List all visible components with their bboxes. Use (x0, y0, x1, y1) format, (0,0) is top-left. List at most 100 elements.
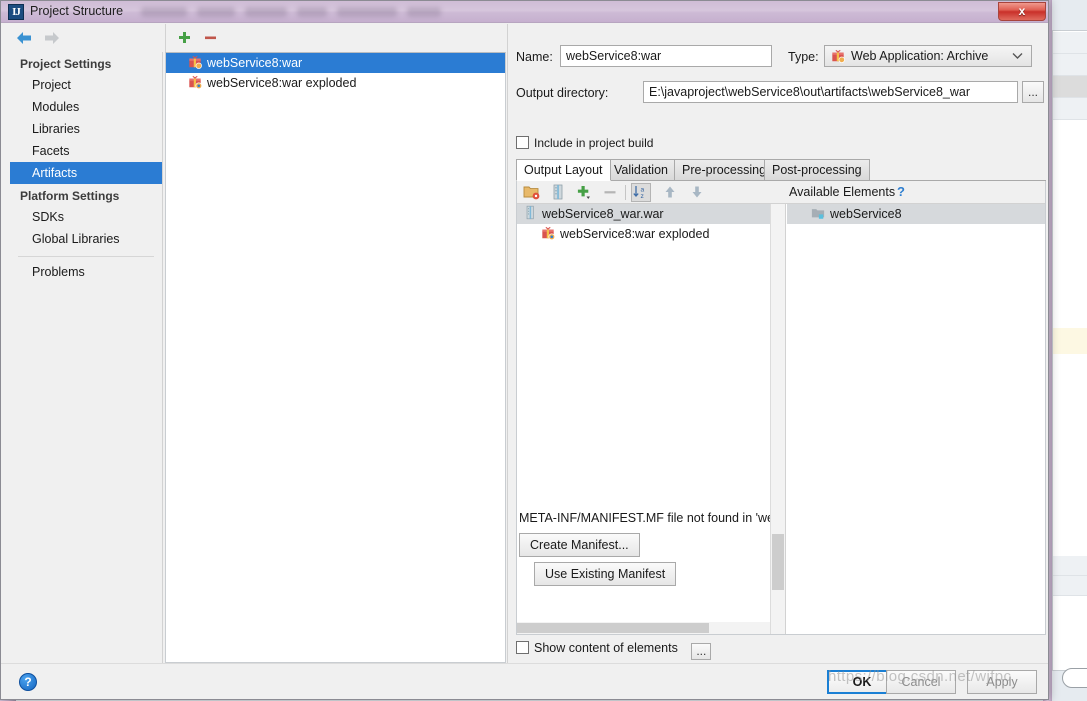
apply-button: Apply (967, 670, 1037, 694)
bg-row (1053, 32, 1087, 54)
app-icon: IJ (8, 4, 24, 20)
module-icon (811, 206, 825, 223)
type-select[interactable]: Web Application: Archive (824, 45, 1032, 67)
output-directory-input[interactable]: E:\javaproject\webService8\out\artifacts… (643, 81, 1018, 103)
include-in-build-label: Include in project build (534, 136, 654, 150)
name-input[interactable]: webService8:war (560, 45, 772, 67)
create-directory-icon[interactable] (523, 184, 541, 201)
sidebar-item-facets[interactable]: Facets (10, 140, 162, 162)
tree-row-label: webService8_war.war (542, 207, 664, 221)
output-tree[interactable]: webService8_war.war webService8:war expl… (517, 204, 786, 634)
sidebar-item-libraries[interactable]: Libraries (10, 118, 162, 140)
browse-output-directory-button[interactable]: ... (1022, 81, 1044, 103)
dialog-title-bar: IJ Project Structure x (1, 1, 1048, 23)
artifacts-list[interactable]: webService8:war webService8:war exploded (165, 52, 506, 663)
add-artifact-button[interactable] (176, 29, 193, 46)
bg-row-selected (1053, 76, 1087, 98)
bg-combo-box (1062, 668, 1087, 688)
output-tree-horizontal-scrollbar[interactable] (517, 622, 770, 634)
dialog-title: Project Structure (30, 4, 124, 18)
show-content-checkbox[interactable] (516, 641, 529, 654)
output-layout-panel: a z Available Elements ? webService8_war… (516, 181, 1046, 635)
output-tree-vertical-scrollbar[interactable] (770, 204, 785, 634)
titlebar-blur-artifact (245, 7, 287, 17)
tree-row-label: webService8 (830, 207, 902, 221)
list-item-label: webService8:war exploded (207, 76, 357, 90)
scrollbar-thumb[interactable] (772, 534, 784, 590)
available-elements-label: Available Elements (789, 185, 896, 199)
tree-row[interactable]: webService8:war exploded (517, 224, 785, 244)
tab-post-processing[interactable]: Post-processing (764, 159, 870, 181)
sidebar-group-project-settings: Project Settings (20, 57, 112, 71)
show-content-row: Show content of elements ... (516, 640, 712, 660)
artifacts-toolbar (165, 24, 506, 52)
available-elements-tree[interactable]: webService8 (787, 204, 1045, 634)
tab-output-layout[interactable]: Output Layout (516, 159, 611, 181)
sort-alphabetically-icon[interactable]: a z (631, 183, 651, 202)
project-structure-dialog: IJ Project Structure x Project Settings … (0, 0, 1049, 700)
remove-artifact-button[interactable] (202, 29, 219, 46)
scrollbar-thumb[interactable] (517, 623, 709, 633)
include-in-build-checkbox[interactable] (516, 136, 529, 149)
add-copy-icon[interactable] (575, 184, 593, 201)
tree-row-label: webService8:war exploded (560, 227, 710, 241)
titlebar-blur-artifact (297, 7, 327, 17)
tree-row[interactable]: webService8 (787, 204, 1045, 224)
bg-row (1053, 98, 1087, 120)
archive-icon (523, 205, 537, 223)
back-arrow-icon[interactable] (14, 30, 34, 46)
titlebar-blur-artifact (407, 7, 441, 17)
sidebar-item-modules[interactable]: Modules (10, 96, 162, 118)
titlebar-blur-artifact (337, 7, 397, 17)
close-window-button[interactable]: x (998, 2, 1046, 21)
include-in-build-row: Include in project build (516, 136, 653, 150)
dialog-body: Project Settings Project Modules Librari… (1, 24, 1048, 699)
toolbar-divider (625, 185, 626, 200)
tab-pre-processing[interactable]: Pre-processing (674, 159, 775, 181)
bg-row (1053, 54, 1087, 76)
create-manifest-button[interactable]: Create Manifest... (519, 533, 640, 557)
bg-highlight-row (1053, 328, 1087, 354)
name-label: Name: (516, 50, 553, 64)
artifact-archive-icon (831, 49, 845, 66)
tree-row[interactable]: webService8_war.war (517, 204, 785, 224)
artifact-exploded-icon (188, 75, 203, 92)
sidebar-item-global-libraries[interactable]: Global Libraries (10, 228, 162, 250)
svg-text:z: z (641, 193, 644, 200)
manifest-warning-message: META-INF/MANIFEST.MF file not found in '… (519, 511, 775, 525)
bg-row (1053, 576, 1087, 596)
type-select-value: Web Application: Archive (851, 49, 989, 63)
artifact-archive-icon (188, 55, 202, 72)
sidebar-group-platform-settings: Platform Settings (20, 189, 120, 203)
sidebar-item-problems[interactable]: Problems (10, 261, 162, 283)
type-label: Type: (788, 50, 819, 64)
artifact-exploded-icon (541, 226, 556, 243)
move-up-icon (661, 184, 679, 201)
create-archive-icon[interactable] (549, 184, 567, 201)
manifest-warning-block: META-INF/MANIFEST.MF file not found in '… (517, 511, 775, 586)
cancel-button: Cancel (886, 670, 956, 694)
list-item[interactable]: webService8:war exploded (166, 73, 505, 93)
list-item-label: webService8:war (207, 56, 303, 70)
use-existing-manifest-button[interactable]: Use Existing Manifest (534, 562, 677, 586)
list-item[interactable]: webService8:war (166, 53, 505, 73)
titlebar-blur-artifact (197, 7, 235, 17)
sidebar-item-project[interactable]: Project (10, 74, 162, 96)
sidebar-item-artifacts[interactable]: Artifacts (10, 162, 162, 184)
bg-row (1053, 556, 1087, 576)
help-button[interactable]: ? (19, 673, 37, 691)
sidebar-item-sdks[interactable]: SDKs (10, 206, 162, 228)
sidebar-divider (18, 256, 154, 257)
settings-sidebar: Project Settings Project Modules Librari… (10, 52, 163, 663)
output-layout-toolbar: a z Available Elements ? (517, 181, 1045, 204)
available-elements-help-icon[interactable]: ? (897, 184, 905, 199)
show-content-label: Show content of elements (534, 641, 678, 655)
tab-validation[interactable]: Validation (606, 159, 676, 181)
move-down-icon (688, 184, 706, 201)
dialog-footer: ? OK Cancel Apply (1, 663, 1048, 699)
artifact-tabs: Output Layout Validation Pre-processing … (516, 159, 1046, 181)
navigation-bar (2, 24, 163, 52)
titlebar-blur-artifact (141, 7, 187, 17)
show-content-browse-button[interactable]: ... (691, 643, 712, 660)
chevron-down-icon (1012, 49, 1023, 63)
